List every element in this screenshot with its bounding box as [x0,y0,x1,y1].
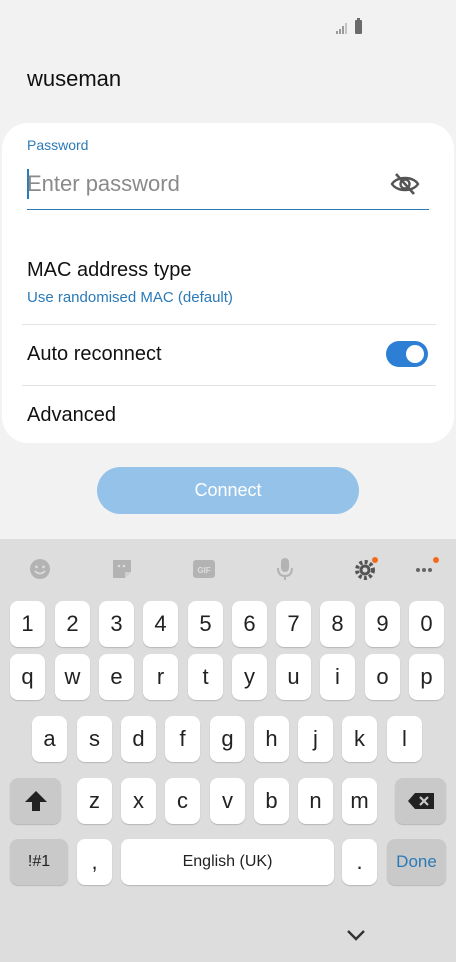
key-1[interactable]: 1 [10,601,45,647]
key-d[interactable]: d [121,716,156,762]
connect-button[interactable]: Connect [97,467,359,514]
key-5[interactable]: 5 [188,601,223,647]
signal-icon [336,22,350,34]
key-y[interactable]: y [232,654,267,700]
key-f[interactable]: f [165,716,200,762]
gif-label: GIF [197,566,210,575]
settings-icon[interactable] [352,555,380,583]
key-7[interactable]: 7 [276,601,311,647]
key-p[interactable]: p [409,654,444,700]
advanced-option[interactable]: Advanced [27,404,116,427]
keyboard: GIF 1 2 3 4 5 6 7 8 9 0 q w e r t y u i … [0,539,456,962]
key-h[interactable]: h [254,716,289,762]
network-name: wuseman [27,66,122,91]
key-t[interactable]: t [188,654,223,700]
key-e[interactable]: e [99,654,134,700]
key-v[interactable]: v [210,778,245,824]
backspace-icon [407,793,434,809]
key-n[interactable]: n [298,778,333,824]
key-i[interactable]: i [320,654,355,700]
gif-icon[interactable]: GIF [190,555,218,583]
emoji-icon[interactable] [26,555,54,583]
key-6[interactable]: 6 [232,601,267,647]
divider [22,324,436,325]
comma-key[interactable]: , [77,839,112,885]
key-3[interactable]: 3 [99,601,134,647]
key-s[interactable]: s [77,716,112,762]
key-w[interactable]: w [55,654,90,700]
key-b[interactable]: b [254,778,289,824]
key-z[interactable]: z [77,778,112,824]
key-m[interactable]: m [342,778,377,824]
key-q[interactable]: q [10,654,45,700]
backspace-key[interactable] [395,778,446,824]
key-x[interactable]: x [121,778,156,824]
password-input[interactable] [27,167,377,201]
shift-key[interactable] [10,778,61,824]
key-o[interactable]: o [365,654,400,700]
key-g[interactable]: g [210,716,245,762]
key-c[interactable]: c [165,778,200,824]
key-k[interactable]: k [342,716,377,762]
chevron-down-icon[interactable] [343,926,369,944]
period-key[interactable]: . [342,839,377,885]
status-bar [0,0,456,48]
key-2[interactable]: 2 [55,601,90,647]
key-9[interactable]: 9 [365,601,400,647]
password-label: Password [27,137,89,153]
key-u[interactable]: u [276,654,311,700]
mac-address-type-value: Use randomised MAC (default) [27,289,233,306]
key-8[interactable]: 8 [320,601,355,647]
key-r[interactable]: r [143,654,178,700]
auto-reconnect-toggle[interactable] [386,341,428,367]
key-l[interactable]: l [387,716,422,762]
auto-reconnect-label: Auto reconnect [27,343,162,365]
key-4[interactable]: 4 [143,601,178,647]
divider [22,385,436,386]
sticker-icon[interactable] [108,555,136,583]
space-key[interactable]: English (UK) [121,839,334,885]
more-icon[interactable] [412,555,440,583]
password-field-container [27,163,429,210]
key-0[interactable]: 0 [409,601,444,647]
shift-icon [24,791,47,811]
battery-icon [355,18,362,34]
key-a[interactable]: a [32,716,67,762]
key-j[interactable]: j [298,716,333,762]
symbols-key[interactable]: !#1 [10,839,68,885]
toggle-knob [404,343,426,365]
mac-address-type-title[interactable]: MAC address type [27,259,192,282]
eye-off-icon[interactable] [389,171,421,197]
wifi-settings-card: Password MAC address type Use randomised… [2,123,454,443]
mic-icon[interactable] [271,555,299,583]
done-key[interactable]: Done [387,839,446,885]
